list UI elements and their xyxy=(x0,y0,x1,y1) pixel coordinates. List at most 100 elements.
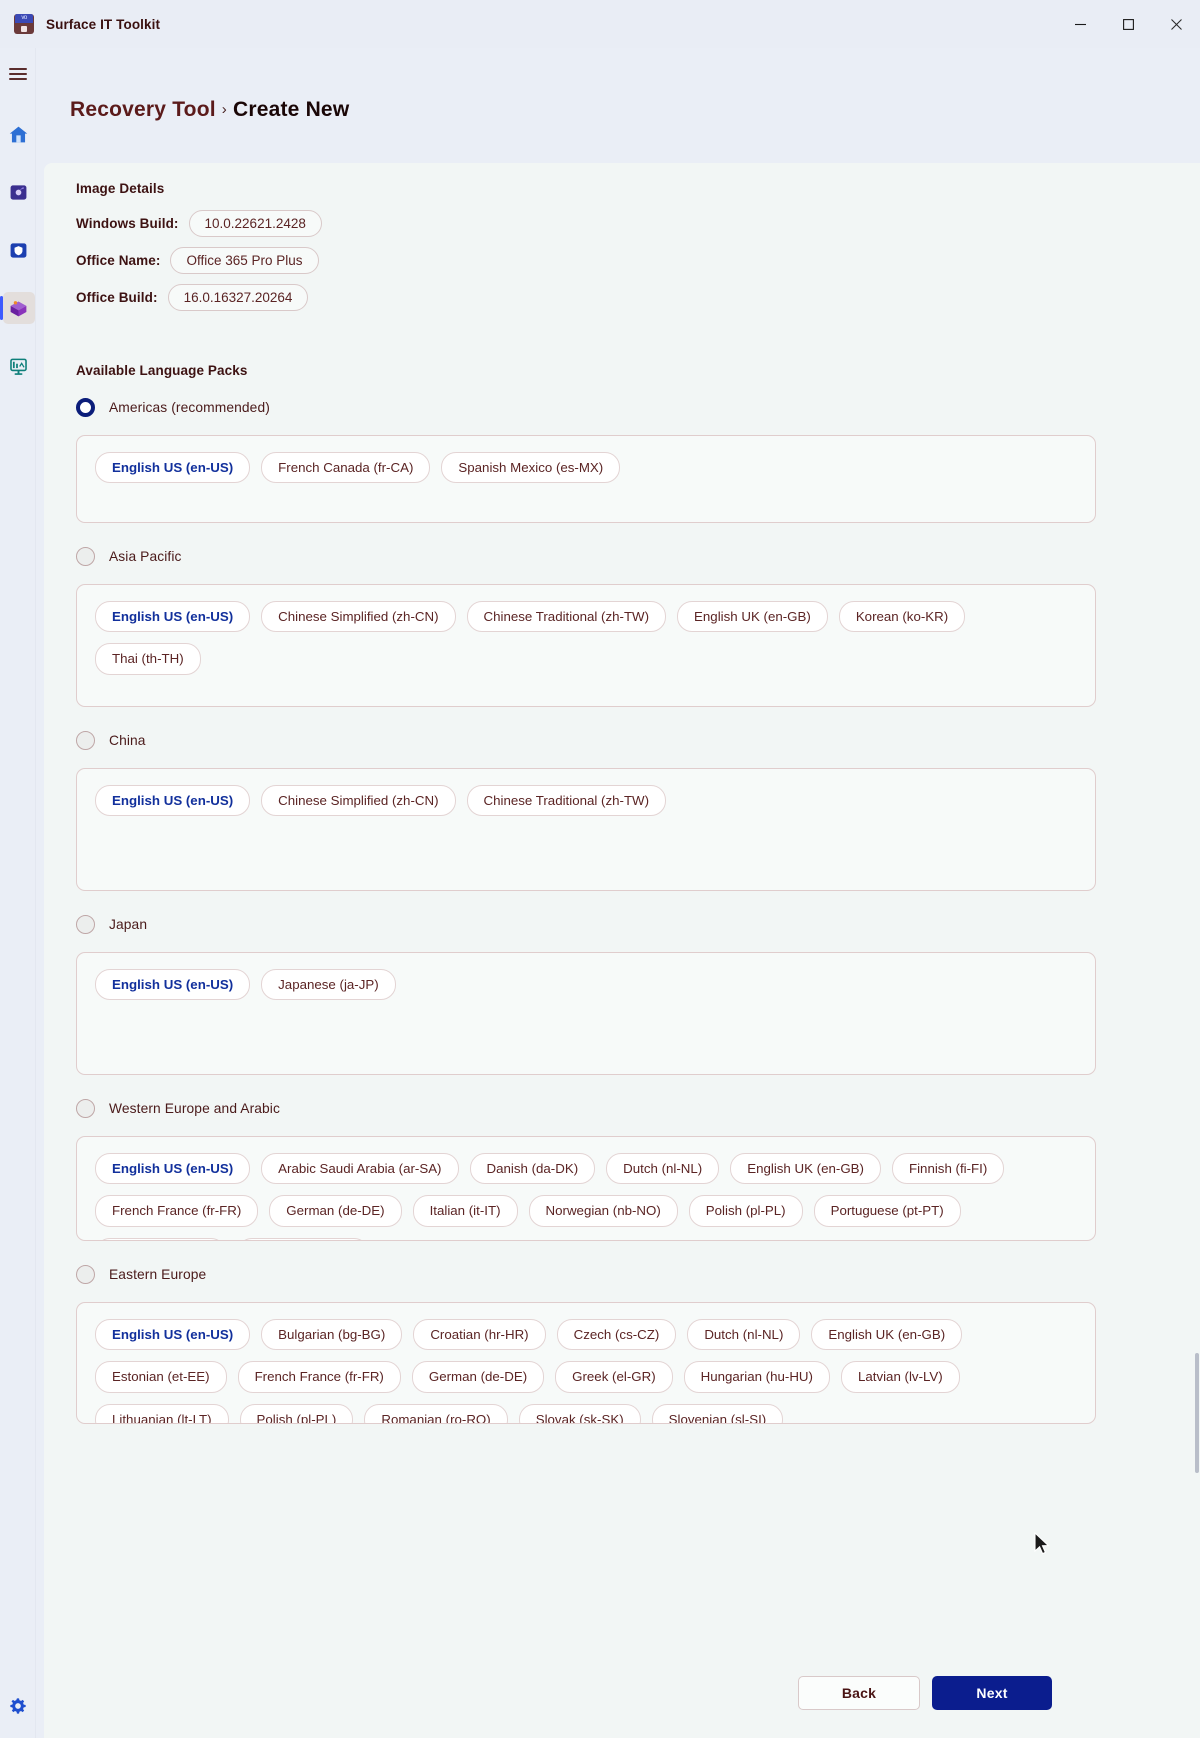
language-group: Western Europe and Arabic English US (en-… xyxy=(76,1099,1096,1241)
minimize-button[interactable] xyxy=(1056,0,1104,48)
language-group-radio-row[interactable]: Eastern Europe xyxy=(76,1265,1096,1284)
language-group-radio-row[interactable]: Asia Pacific xyxy=(76,547,1096,566)
language-chip[interactable]: Portuguese (pt-PT) xyxy=(814,1195,961,1226)
sidebar-item-diagnostics[interactable] xyxy=(0,346,36,386)
language-chip-row: English US (en-US) Arabic Saudi Arabia (a… xyxy=(95,1153,1077,1241)
language-chip[interactable]: Lithuanian (lt-LT) xyxy=(95,1404,229,1424)
language-chip[interactable]: English US (en-US) xyxy=(95,969,250,1000)
language-group-radio-row[interactable]: Western Europe and Arabic xyxy=(76,1099,1096,1118)
language-group-radio-row[interactable]: China xyxy=(76,731,1096,750)
back-button[interactable]: Back xyxy=(798,1676,920,1710)
language-chip[interactable]: Polish (pl-PL) xyxy=(689,1195,803,1226)
language-chip[interactable]: Japanese (ja-JP) xyxy=(261,969,396,1000)
diagnostics-monitor-icon xyxy=(9,357,28,376)
image-detail-value: 10.0.22621.2428 xyxy=(189,210,322,237)
language-chip[interactable]: German (de-DE) xyxy=(269,1195,401,1226)
language-chip[interactable]: English US (en-US) xyxy=(95,601,250,632)
language-packs-section: Available Language Packs Americas (recom… xyxy=(76,363,1096,1448)
image-detail-row: Office Build:16.0.16327.20264 xyxy=(76,284,322,311)
language-chip[interactable]: Latvian (lv-LV) xyxy=(841,1361,960,1392)
language-group-radio-row[interactable]: Americas (recommended) xyxy=(76,398,1096,417)
language-chip[interactable]: Slovenian (sl-SI) xyxy=(652,1404,784,1424)
language-chip[interactable]: Greek (el-GR) xyxy=(555,1361,672,1392)
language-group-radio-row[interactable]: Japan xyxy=(76,915,1096,934)
language-chip[interactable]: French France (fr-FR) xyxy=(95,1195,258,1226)
language-chip-row: English US (en-US) Bulgarian (bg-BG) Croat… xyxy=(95,1319,1077,1424)
language-chip[interactable]: Romanian (ro-RO) xyxy=(364,1404,507,1424)
language-chip[interactable]: Danish (da-DK) xyxy=(470,1153,596,1184)
language-chip[interactable]: English US (en-US) xyxy=(95,1153,250,1184)
app-title: Surface IT Toolkit xyxy=(46,17,160,32)
image-details-section: Image Details Windows Build:10.0.22621.2… xyxy=(76,181,322,321)
language-chip[interactable]: Chinese Traditional (zh-TW) xyxy=(467,601,667,632)
breadcrumb-root[interactable]: Recovery Tool xyxy=(70,98,216,121)
language-chip[interactable]: English UK (en-GB) xyxy=(811,1319,962,1350)
hamburger-menu-icon xyxy=(9,65,27,83)
language-chip[interactable]: Swedish (sv-SE) xyxy=(237,1238,369,1241)
close-button[interactable] xyxy=(1152,0,1200,48)
language-chip-row: English US (en-US) Japanese (ja-JP) xyxy=(95,969,1077,1000)
sidebar-item-home[interactable] xyxy=(0,114,36,154)
language-chip[interactable]: Thai (th-TH) xyxy=(95,643,201,674)
language-chip[interactable]: Hungarian (hu-HU) xyxy=(684,1361,830,1392)
image-detail-value: 16.0.16327.20264 xyxy=(168,284,309,311)
language-chip[interactable]: Dutch (nl-NL) xyxy=(606,1153,719,1184)
language-chip[interactable]: German (de-DE) xyxy=(412,1361,544,1392)
language-group-label: Asia Pacific xyxy=(109,549,182,564)
language-chip-container: English US (en-US) French Canada (fr-CA) S… xyxy=(76,435,1096,523)
language-group-label: Eastern Europe xyxy=(109,1267,206,1282)
language-chip[interactable]: Spanish Mexico (es-MX) xyxy=(441,452,620,483)
language-chip[interactable]: Italian (it-IT) xyxy=(413,1195,518,1226)
language-chip[interactable]: English US (en-US) xyxy=(95,1319,250,1350)
language-chip[interactable]: Arabic Saudi Arabia (ar-SA) xyxy=(261,1153,458,1184)
language-chip[interactable]: English US (en-US) xyxy=(95,452,250,483)
language-chip-container: English US (en-US) Japanese (ja-JP) xyxy=(76,952,1096,1075)
language-chip[interactable]: Spanish (es-ES) xyxy=(95,1238,226,1241)
language-group: Eastern Europe English US (en-US) Bulgaria… xyxy=(76,1265,1096,1424)
language-chip[interactable]: French Canada (fr-CA) xyxy=(261,452,430,483)
wizard-footer: Back Next xyxy=(44,1668,1200,1738)
breadcrumb: Recovery Tool›Create New xyxy=(70,98,349,122)
main-content-card: Image Details Windows Build:10.0.22621.2… xyxy=(44,163,1200,1738)
language-chip[interactable]: Croatian (hr-HR) xyxy=(413,1319,545,1350)
sidebar-item-security[interactable] xyxy=(0,230,36,270)
radio-button[interactable] xyxy=(76,398,95,417)
page-scrollbar-thumb[interactable] xyxy=(1195,1353,1199,1473)
language-chip[interactable]: English UK (en-GB) xyxy=(677,601,828,632)
language-chip[interactable]: Polish (pl-PL) xyxy=(240,1404,354,1424)
language-chip[interactable]: English UK (en-GB) xyxy=(730,1153,881,1184)
next-button[interactable]: Next xyxy=(932,1676,1052,1710)
language-chip[interactable]: Bulgarian (bg-BG) xyxy=(261,1319,402,1350)
radio-button[interactable] xyxy=(76,1265,95,1284)
language-chip[interactable]: Slovak (sk-SK) xyxy=(519,1404,641,1424)
radio-button[interactable] xyxy=(76,547,95,566)
language-chip[interactable]: French France (fr-FR) xyxy=(238,1361,401,1392)
image-detail-label: Windows Build: xyxy=(76,216,179,231)
page-scrollbar[interactable] xyxy=(1194,163,1200,1738)
language-chip[interactable]: Dutch (nl-NL) xyxy=(687,1319,800,1350)
language-chip[interactable]: Chinese Traditional (zh-TW) xyxy=(467,785,667,816)
maximize-button[interactable] xyxy=(1104,0,1152,48)
title-bar: vo Surface IT Toolkit xyxy=(0,0,1200,48)
language-chip[interactable]: Czech (cs-CZ) xyxy=(557,1319,677,1350)
language-chip[interactable]: Finnish (fi-FI) xyxy=(892,1153,1004,1184)
sidebar-item-data-eraser[interactable] xyxy=(0,172,36,212)
sidebar-item-recovery-tool[interactable] xyxy=(0,288,36,328)
language-group: China English US (en-US) Chinese Simplifie… xyxy=(76,731,1096,891)
sidebar-rail xyxy=(0,48,36,1738)
hamburger-menu-button[interactable] xyxy=(0,54,36,94)
language-group: Americas (recommended) English US (en-US)… xyxy=(76,398,1096,523)
radio-button[interactable] xyxy=(76,915,95,934)
language-chip[interactable]: Chinese Simplified (zh-CN) xyxy=(261,601,455,632)
language-chip[interactable]: English US (en-US) xyxy=(95,785,250,816)
language-chip[interactable]: Estonian (et-EE) xyxy=(95,1361,227,1392)
language-chip[interactable]: Norwegian (nb-NO) xyxy=(529,1195,678,1226)
radio-button[interactable] xyxy=(76,731,95,750)
language-chip[interactable]: Korean (ko-KR) xyxy=(839,601,965,632)
sidebar-item-settings[interactable] xyxy=(0,1688,36,1724)
language-group-label: Americas (recommended) xyxy=(109,400,270,415)
language-chip-row: English US (en-US) Chinese Simplified (zh… xyxy=(95,785,1077,816)
language-chip[interactable]: Chinese Simplified (zh-CN) xyxy=(261,785,455,816)
radio-button[interactable] xyxy=(76,1099,95,1118)
window-controls xyxy=(1056,0,1200,48)
